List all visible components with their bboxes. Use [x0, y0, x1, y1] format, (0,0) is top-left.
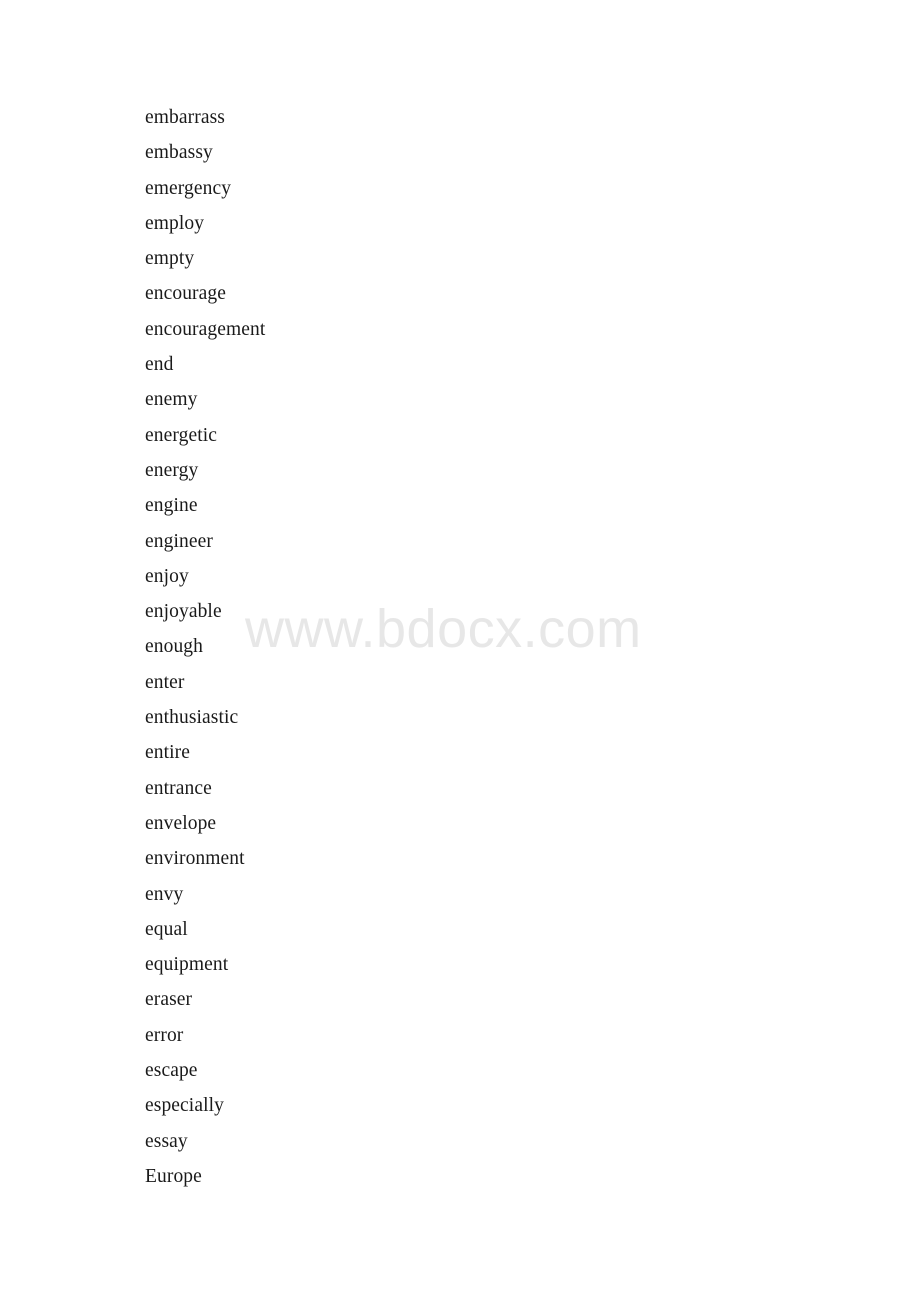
word-list-item: equipment: [145, 954, 229, 976]
word-list-item: encourage: [145, 283, 227, 305]
word-list-item: end: [145, 354, 174, 376]
document-page: www.bdocx.com embarrass embassy emergency e…: [0, 0, 920, 1302]
word-list-item: engineer: [145, 530, 213, 552]
word-list-item: equal: [145, 918, 188, 940]
word-list-item: entrance: [145, 777, 212, 799]
word-list-item: engine: [145, 495, 198, 517]
word-list-item: employ: [145, 212, 205, 234]
word-list-item: enough: [145, 636, 204, 658]
word-list-item: energy: [145, 459, 199, 481]
word-list-item: empty: [145, 248, 195, 270]
word-list-item: escape: [145, 1060, 198, 1082]
word-list-item: envelope: [145, 812, 217, 834]
word-list-item: especially: [145, 1095, 224, 1117]
word-list-item: essay: [145, 1130, 188, 1152]
word-list-item: energetic: [145, 424, 217, 446]
word-list-item: embarrass: [145, 107, 225, 128]
word-list-item: enjoy: [145, 565, 189, 587]
word-list-item: Europe: [145, 1165, 202, 1187]
word-list-item: environment: [145, 848, 245, 870]
word-list-item: eraser: [145, 989, 193, 1011]
word-list-item: enjoyable: [145, 601, 222, 623]
word-list-item: enter: [145, 671, 185, 693]
word-list-item: entire: [145, 742, 190, 764]
word-list-item: envy: [145, 883, 184, 905]
word-list-item: enthusiastic: [145, 707, 239, 729]
word-list-item: error: [145, 1024, 184, 1046]
word-list-item: enemy: [145, 389, 198, 411]
word-list-item: embassy: [145, 142, 213, 164]
word-list-item: encouragement: [145, 318, 266, 340]
word-list-item: emergency: [145, 177, 232, 199]
vocabulary-word-list: embarrass embassy emergency employ empty enco…: [145, 106, 745, 1200]
